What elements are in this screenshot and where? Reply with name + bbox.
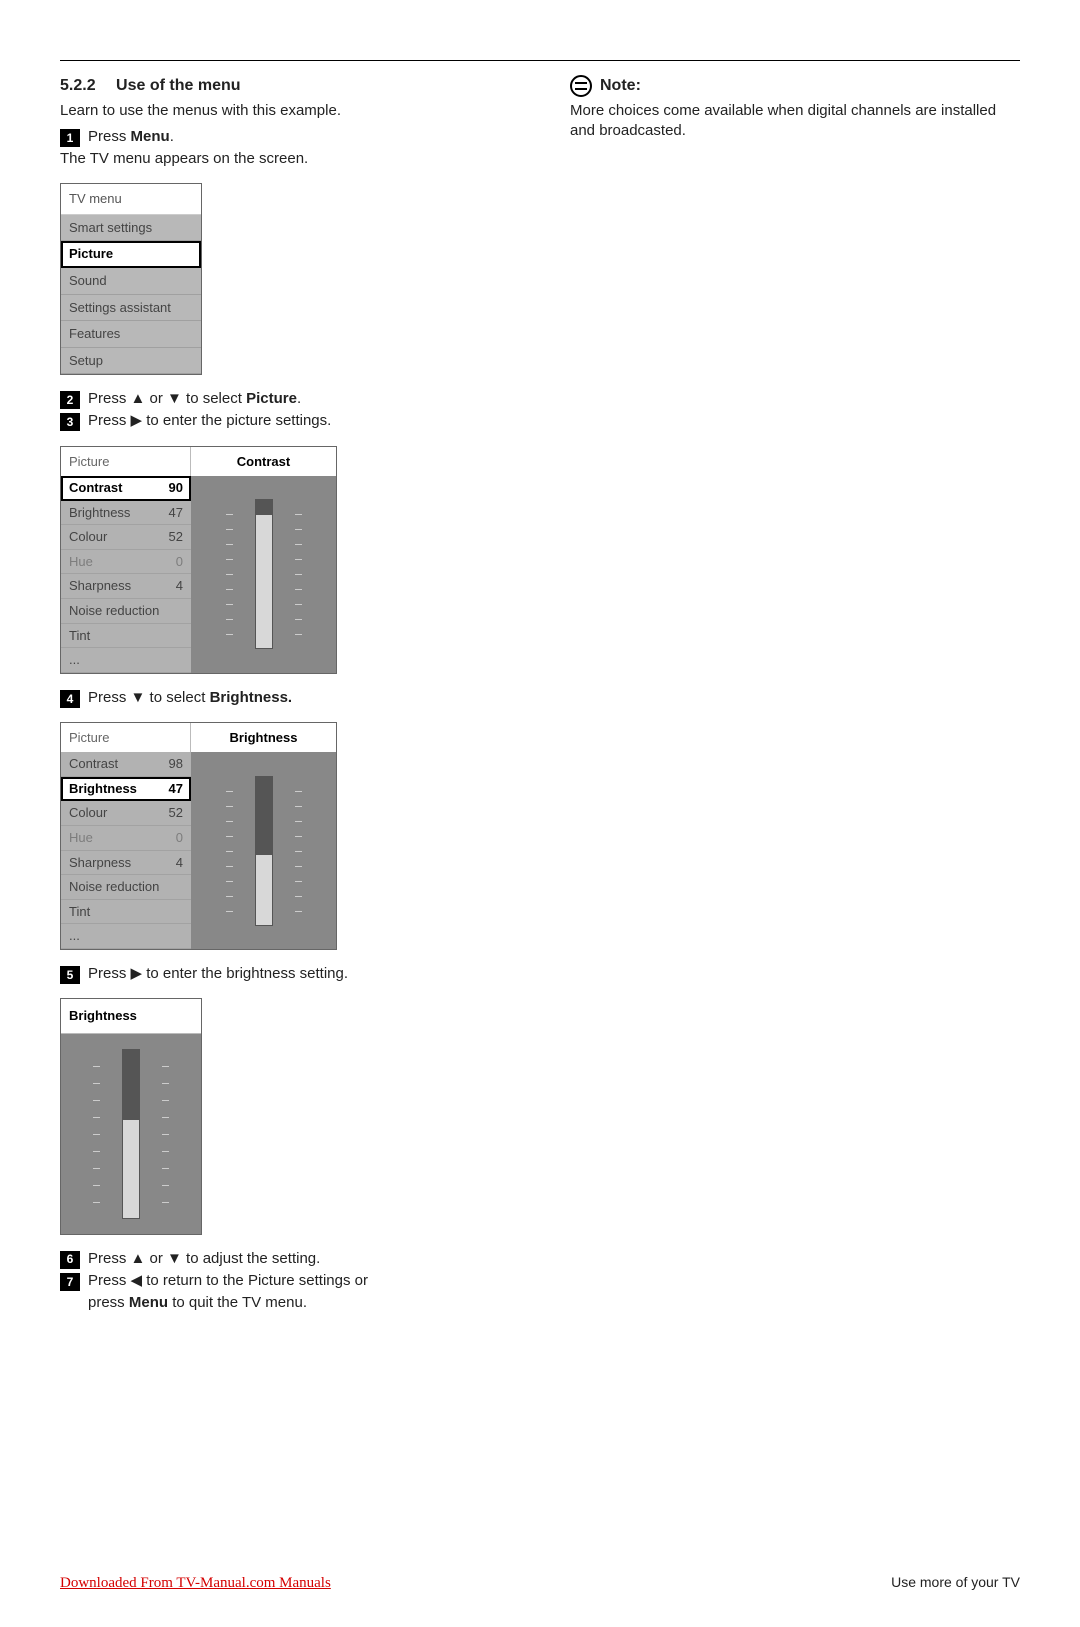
settings-list: Contrast90 Brightness47 Colour52 Hue0 Sh… [61,476,191,672]
step-6: 6 Press ▲ or ▼ to adjust the setting. [60,1249,530,1269]
step-3: 3 Press ▶ to enter the picture settings. [60,411,530,431]
settings-row: Colour52 [61,801,191,826]
note-body: More choices come available when digital… [570,101,1020,142]
tv-menu-item: Sound [61,268,201,295]
step-badge: 3 [60,413,80,431]
step-badge: 4 [60,690,80,708]
tv-menu-title: TV menu [61,184,201,215]
step-4: 4 Press ▼ to select Brightness. [60,688,530,708]
settings-row: Colour52 [61,525,191,550]
settings-right-title: Contrast [191,447,336,477]
settings-row: Sharpness4 [61,851,191,876]
gauge-panel [191,476,336,672]
gauge [234,776,294,926]
step-badge: 6 [60,1251,80,1269]
footer-tagline: Use more of your TV [891,1573,1020,1592]
step-badge: 1 [60,129,80,147]
step-text: Press ▲ or ▼ to adjust the setting. [88,1249,530,1269]
step-text: Press ◀ to return to the Picture setting… [88,1271,530,1291]
tv-menu-item: Smart settings [61,215,201,242]
settings-row-selected: Contrast90 [61,476,191,501]
gauge-panel [191,752,336,948]
step-text: Press ▲ or ▼ to select Picture. [88,389,530,409]
settings-list: Contrast98 Brightness47 Colour52 Hue0 Sh… [61,752,191,948]
download-link[interactable]: Downloaded From TV-Manual.com Manuals [60,1573,331,1593]
step-5: 5 Press ▶ to enter the brightness settin… [60,964,530,984]
tv-menu-item: Features [61,321,201,348]
section-title-text: Use of the menu [116,77,240,94]
picture-contrast-box: Picture Contrast Contrast90 Brightness47… [60,446,337,674]
step-text: Press Menu. [88,127,530,147]
section-number: 5.2.2 [60,77,96,94]
settings-right-title: Brightness [191,723,336,753]
picture-brightness-box: Picture Brightness Contrast98 Brightness… [60,722,337,950]
settings-row: Contrast98 [61,752,191,777]
settings-row: Brightness47 [61,501,191,526]
gauge [101,1049,161,1219]
note-heading: Note: [570,75,1020,97]
settings-row: Noise reduction [61,599,191,624]
settings-row: Tint [61,624,191,649]
settings-row-selected: Brightness47 [61,777,191,802]
settings-row: Noise reduction [61,875,191,900]
brightness-only-box: Brightness [60,998,202,1235]
step-badge: 2 [60,391,80,409]
settings-row: Tint [61,900,191,925]
step-1: 1 Press Menu. [60,127,530,147]
brightness-title: Brightness [61,999,201,1034]
settings-row: ... [61,648,191,673]
note-icon [570,75,592,97]
step-7-cont: press Menu to quit the TV menu. [88,1293,530,1313]
tv-menu-box: TV menu Smart settings Picture Sound Set… [60,183,202,375]
step-2: 2 Press ▲ or ▼ to select Picture. [60,389,530,409]
tv-menu-item: Settings assistant [61,295,201,322]
step-7: 7 Press ◀ to return to the Picture setti… [60,1271,530,1291]
section-heading: 5.2.2 Use of the menu [60,75,530,97]
settings-row: Hue0 [61,826,191,851]
settings-row: ... [61,924,191,949]
tv-menu-item: Setup [61,348,201,375]
settings-row: Hue0 [61,550,191,575]
settings-row: Sharpness4 [61,574,191,599]
step-1-followup: The TV menu appears on the screen. [60,149,530,169]
step-text: Press ▶ to enter the picture settings. [88,411,530,431]
gauge [234,499,294,649]
step-badge: 7 [60,1273,80,1291]
settings-left-title: Picture [61,723,191,753]
step-text: Press ▼ to select Brightness. [88,688,530,708]
tv-menu-item-selected: Picture [61,241,201,268]
step-text: Press ▶ to enter the brightness setting. [88,964,530,984]
intro-text: Learn to use the menus with this example… [60,101,530,121]
step-badge: 5 [60,966,80,984]
settings-left-title: Picture [61,447,191,477]
